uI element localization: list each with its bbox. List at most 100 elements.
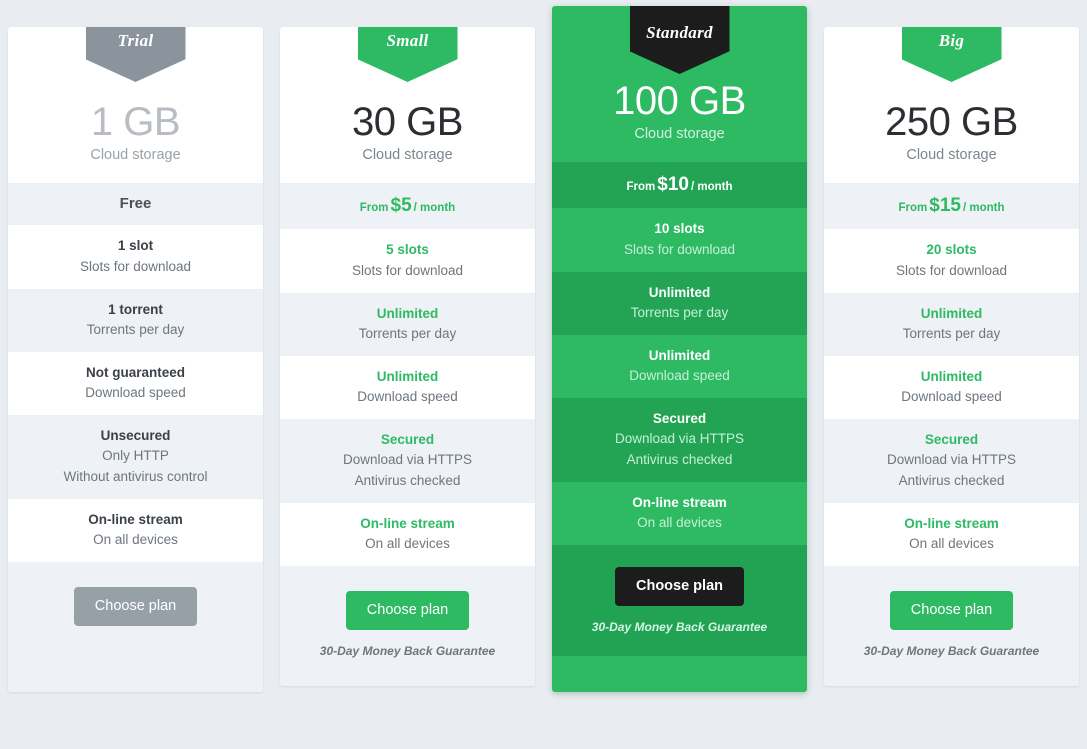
- card-footer: Choose plan 30-Day Money Back Guarantee: [280, 566, 535, 686]
- storage-block: 250 GB Cloud storage: [824, 101, 1079, 183]
- feature-detail: Only HTTP: [102, 448, 169, 464]
- card-footer: Choose plan 30-Day Money Back Guarantee: [824, 566, 1079, 686]
- feature-title: Unsecured: [100, 427, 171, 443]
- plan-ribbon-wrap: Big: [824, 27, 1079, 101]
- feature-detail: Download speed: [629, 367, 730, 383]
- price-amount: $15: [929, 195, 961, 217]
- feature-detail: On all devices: [365, 536, 450, 552]
- feature-row: On-line stream On all devices: [552, 482, 807, 546]
- feature-title: Secured: [380, 431, 435, 447]
- feature-detail: Slots for download: [623, 241, 736, 257]
- price-from-label: From: [898, 202, 928, 215]
- money-back-guarantee: 30-Day Money Back Guarantee: [319, 643, 496, 658]
- plan-ribbon-trial: Trial: [85, 27, 186, 82]
- price-row: From $15/ month: [824, 183, 1079, 230]
- choose-plan-button-standard[interactable]: Choose plan: [614, 567, 744, 606]
- storage-caption: Cloud storage: [90, 147, 181, 164]
- storage-size: 100 GB: [613, 79, 746, 123]
- plan-card-standard: Standard 100 GB Cloud storage From $10/ mont…: [552, 6, 807, 692]
- feature-title: 1 torrent: [108, 301, 163, 317]
- plan-ribbon-small: Small: [357, 27, 458, 82]
- plan-ribbon-standard: Standard: [629, 6, 730, 74]
- feature-row: Secured Download via HTTPS Antivirus check…: [280, 418, 535, 503]
- plan-ribbon-wrap: Standard: [552, 6, 807, 80]
- price-amount: $10: [657, 174, 689, 196]
- feature-detail: Antivirus checked: [626, 452, 733, 468]
- feature-title: Unlimited: [920, 368, 983, 384]
- feature-detail: Slots for download: [895, 262, 1008, 278]
- feature-detail: Download speed: [85, 384, 186, 400]
- storage-block: 30 GB Cloud storage: [280, 101, 535, 183]
- price-period-label: / month: [962, 202, 1005, 215]
- price-row: From $10/ month: [552, 162, 807, 209]
- feature-title: 5 slots: [386, 242, 429, 258]
- feature-title: On-line stream: [360, 516, 455, 531]
- card-footer: Choose plan 30-Day Money Back Guarantee: [552, 545, 807, 656]
- feature-detail: Antivirus checked: [354, 473, 461, 489]
- plan-ribbon-wrap: Small: [280, 27, 535, 101]
- feature-detail: Download speed: [357, 388, 458, 404]
- feature-row: Unlimited Torrents per day: [824, 292, 1079, 356]
- plan-card-small: Small 30 GB Cloud storage From $5/ month 5 sl…: [280, 27, 535, 686]
- feature-detail: Torrents per day: [358, 325, 457, 341]
- storage-size: 250 GB: [885, 100, 1018, 144]
- feature-detail: Slots for download: [351, 262, 464, 278]
- plan-ribbon-big: Big: [901, 27, 1002, 82]
- feature-title: Unlimited: [920, 305, 983, 321]
- feature-detail: Download via HTTPS: [614, 431, 745, 447]
- feature-title: Unlimited: [376, 305, 439, 321]
- choose-plan-button-big[interactable]: Choose plan: [889, 591, 1014, 630]
- price-from-label: From: [359, 202, 389, 215]
- feature-row: On-line stream On all devices: [8, 499, 263, 563]
- feature-row: 20 slots Slots for download: [824, 229, 1079, 293]
- feature-detail: On all devices: [93, 532, 178, 548]
- plan-ribbon-wrap: Trial: [8, 27, 263, 101]
- feature-row: 5 slots Slots for download: [280, 229, 535, 293]
- plan-ribbon-label: Big: [938, 31, 965, 50]
- storage-caption: Cloud storage: [634, 126, 725, 143]
- feature-detail: Torrents per day: [86, 321, 185, 337]
- money-back-guarantee: 30-Day Money Back Guarantee: [591, 619, 768, 634]
- storage-block: 100 GB Cloud storage: [552, 80, 807, 162]
- feature-detail: On all devices: [637, 515, 722, 531]
- feature-detail: Slots for download: [79, 258, 192, 274]
- feature-title: On-line stream: [632, 495, 727, 510]
- feature-title: On-line stream: [88, 512, 183, 527]
- storage-caption: Cloud storage: [906, 147, 997, 164]
- feature-row: Not guaranteed Download speed: [8, 351, 263, 415]
- feature-title: Unlimited: [376, 368, 439, 384]
- plan-card-trial: Trial 1 GB Cloud storage Free 1 slot Slots fo…: [8, 27, 263, 692]
- feature-title: 10 slots: [654, 221, 705, 237]
- price-period-label: / month: [690, 181, 733, 194]
- feature-row: Unlimited Download speed: [552, 334, 807, 398]
- plan-ribbon-label: Trial: [117, 31, 154, 50]
- feature-row: 1 torrent Torrents per day: [8, 288, 263, 352]
- feature-row: Unlimited Torrents per day: [552, 271, 807, 335]
- storage-size: 30 GB: [352, 100, 463, 144]
- feature-title: On-line stream: [904, 516, 999, 531]
- feature-detail: Download via HTTPS: [342, 452, 473, 468]
- feature-row: 10 slots Slots for download: [552, 208, 807, 272]
- feature-title: Secured: [652, 410, 707, 426]
- price-amount: $5: [390, 195, 412, 217]
- storage-block: 1 GB Cloud storage: [8, 101, 263, 183]
- feature-title: 20 slots: [926, 242, 977, 258]
- feature-title: Unlimited: [648, 347, 711, 363]
- storage-size: 1 GB: [90, 100, 181, 144]
- feature-row: Secured Download via HTTPS Antivirus check…: [824, 418, 1079, 503]
- price-free-label: Free: [119, 195, 152, 213]
- plan-ribbon-label: Standard: [646, 23, 713, 42]
- price-period-label: / month: [413, 202, 456, 215]
- price-row: Free: [8, 183, 263, 226]
- money-back-guarantee: 30-Day Money Back Guarantee: [863, 643, 1040, 658]
- feature-row: Unlimited Download speed: [280, 355, 535, 419]
- plan-card-big: Big 250 GB Cloud storage From $15/ month 20 s…: [824, 27, 1079, 686]
- feature-detail: Antivirus checked: [898, 473, 1005, 489]
- plan-ribbon-label: Small: [386, 31, 429, 50]
- card-footer: Choose plan: [8, 562, 263, 692]
- feature-detail: Torrents per day: [902, 325, 1001, 341]
- feature-title: 1 slot: [117, 238, 154, 254]
- feature-title: Secured: [924, 431, 979, 447]
- choose-plan-button-trial[interactable]: Choose plan: [73, 587, 198, 626]
- choose-plan-button-small[interactable]: Choose plan: [345, 591, 470, 630]
